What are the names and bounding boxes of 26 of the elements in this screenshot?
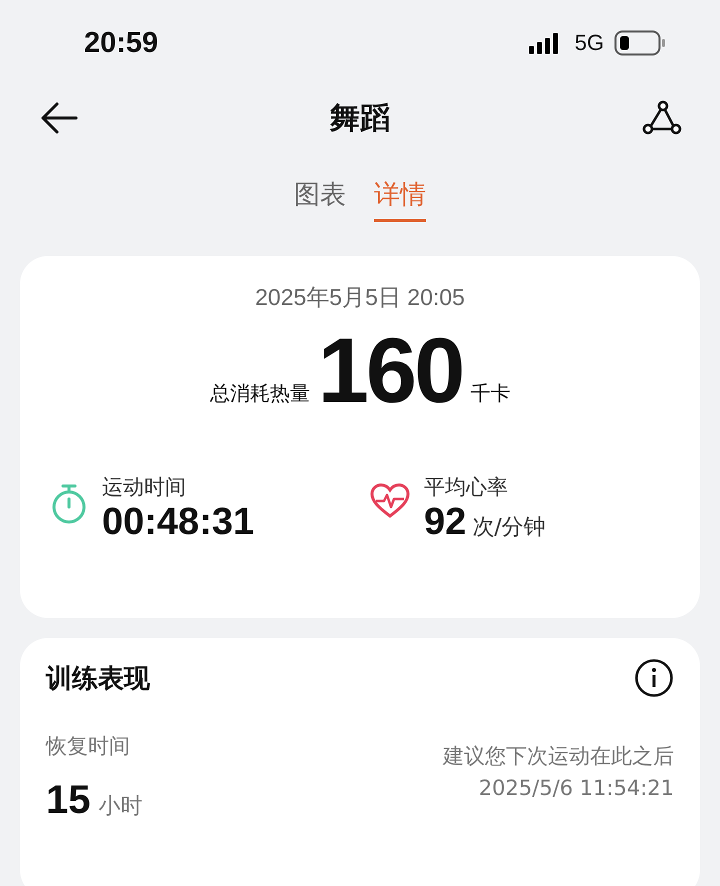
section-title: 训练表现 [46, 662, 150, 696]
battery-icon [614, 30, 666, 56]
recovery-label: 恢复时间 [46, 733, 131, 760]
advice-time: 2025/5/6 11:54:21 [478, 776, 674, 800]
back-icon[interactable] [40, 102, 78, 134]
info-icon[interactable] [634, 658, 674, 698]
workout-date: 2025年5月5日 20:05 [255, 283, 465, 312]
stat-label: 运动时间 [102, 474, 187, 501]
stat-value: 00:48:31 [102, 501, 254, 544]
heart-rate-icon [370, 483, 410, 519]
calorie-unit: 千卡 [470, 380, 510, 407]
network-label: 5G [574, 30, 604, 56]
share-icon[interactable] [642, 100, 682, 136]
stat-label: 平均心率 [424, 474, 509, 501]
calorie-value: 160 [318, 325, 462, 417]
stopwatch-icon [50, 483, 88, 525]
recovery-unit: 小时 [98, 793, 142, 821]
status-time: 20:59 [84, 26, 158, 60]
recovery-value: 15 [46, 778, 90, 823]
tab[interactable]: 详情 [374, 176, 426, 222]
tab[interactable]: 图表 [294, 176, 346, 222]
page-title: 舞蹈 [330, 100, 390, 138]
calorie-label: 总消耗热量 [210, 380, 310, 407]
stat-unit: 次/分钟 [472, 514, 546, 542]
stat-value: 92 [424, 501, 466, 544]
advice-text: 建议您下次运动在此之后 [443, 743, 674, 770]
